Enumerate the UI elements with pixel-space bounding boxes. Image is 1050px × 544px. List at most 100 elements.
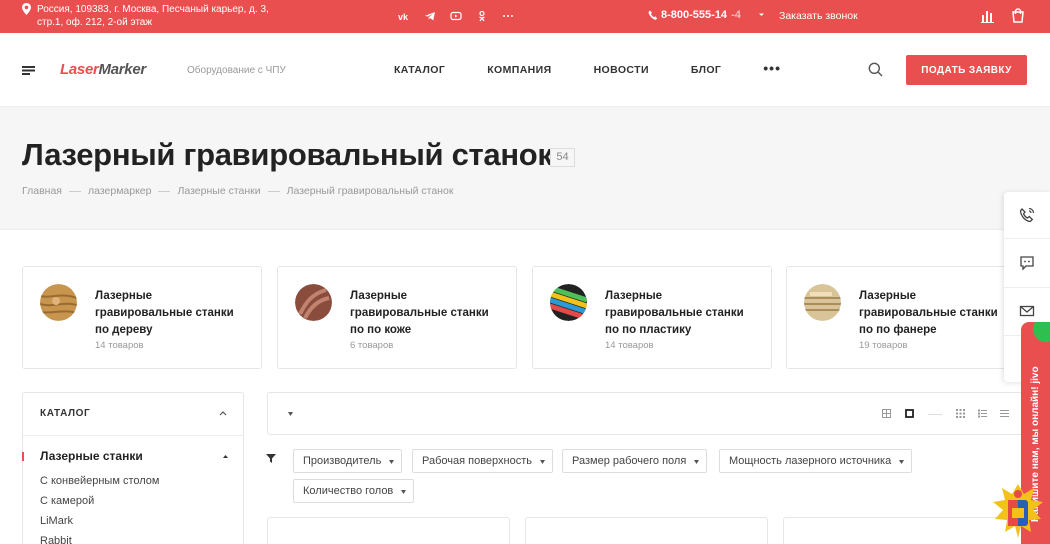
more-icon[interactable] xyxy=(502,9,514,21)
breadcrumb-separator xyxy=(267,190,280,192)
divider xyxy=(1004,287,1050,288)
mail-icon[interactable] xyxy=(1019,303,1035,319)
breadcrumb-item[interactable]: Лазерные станки xyxy=(177,185,260,197)
region-emblem-icon xyxy=(993,484,1043,538)
sidebar-item-laser-machines[interactable]: Лазерные станки xyxy=(40,449,143,463)
tile-view-icon[interactable] xyxy=(956,409,965,418)
chat-icon[interactable] xyxy=(1019,255,1035,271)
breadcrumb-current: Лазерный гравировальный станок xyxy=(286,185,454,197)
table-view-icon[interactable] xyxy=(1000,409,1009,418)
filter-label: Количество голов xyxy=(303,485,394,497)
nav-news[interactable]: НОВОСТИ xyxy=(594,64,649,76)
menu-burger-icon[interactable] xyxy=(22,66,35,75)
breadcrumb-separator xyxy=(158,190,171,192)
divider xyxy=(23,435,243,436)
chevron-down-icon xyxy=(540,460,545,464)
nav-catalog[interactable]: КАТАЛОГ xyxy=(394,64,445,76)
listing-toolbar xyxy=(267,392,1029,435)
filter-work-area-size[interactable]: Размер рабочего поля xyxy=(562,449,708,473)
category-card-plywood[interactable]: Лазерные гравировальные станки по по фан… xyxy=(786,266,1026,369)
breadcrumb: Главная лазермаркер Лазерные станки Лазе… xyxy=(22,185,453,197)
category-count: 14 товаров xyxy=(95,340,144,351)
product-count-badge: 54 xyxy=(550,148,575,167)
chevron-down-icon xyxy=(401,490,407,494)
category-title[interactable]: Лазерные гравировальные станки по дереву xyxy=(95,288,245,339)
chevron-down-icon xyxy=(389,460,395,464)
chevron-down-icon xyxy=(899,460,905,464)
category-card-wood[interactable]: Лазерные гравировальные станки по дереву… xyxy=(22,266,262,369)
category-image-plywood xyxy=(804,284,841,321)
filter-label: Мощность лазерного источника xyxy=(729,455,892,467)
category-image-leather xyxy=(295,284,332,321)
title-band: Лазерный гравировальный станок 54 Главна… xyxy=(0,107,1050,230)
category-card-plastic[interactable]: Лазерные гравировальные станки по по пла… xyxy=(532,266,772,369)
page-title: Лазерный гравировальный станок xyxy=(22,137,553,172)
sidebar-subitem[interactable]: LiMark xyxy=(40,515,73,527)
logo-part-marker: Marker xyxy=(98,61,147,78)
breadcrumb-item[interactable]: Главная xyxy=(22,185,62,197)
grid-view-icon[interactable] xyxy=(882,409,891,418)
logo[interactable]: LaserMarker xyxy=(60,61,146,78)
divider xyxy=(1004,238,1050,239)
category-image-wood xyxy=(40,284,77,321)
cart-icon[interactable] xyxy=(1011,8,1025,23)
top-bar: Россия, 109383, г. Москва, Песчаный карь… xyxy=(0,0,1050,33)
filter-icon[interactable] xyxy=(266,453,276,463)
filter-label: Рабочая поверхность xyxy=(422,455,532,467)
list-view-icon[interactable] xyxy=(978,409,987,418)
submit-request-button[interactable]: ПОДАТЬ ЗАЯВКУ xyxy=(906,55,1027,85)
social-links: vk xyxy=(398,9,514,22)
chevron-down-icon[interactable] xyxy=(758,11,765,18)
product-card[interactable] xyxy=(267,517,510,544)
address: Россия, 109383, г. Москва, Песчаный карь… xyxy=(22,3,282,29)
sidebar-subitem[interactable]: Rabbit xyxy=(40,535,72,544)
category-title[interactable]: Лазерные гравировальные станки по по пла… xyxy=(605,288,755,339)
telegram-icon[interactable] xyxy=(424,9,436,21)
odnoklassniki-icon[interactable] xyxy=(476,9,488,22)
filter-manufacturer[interactable]: Производитель xyxy=(293,449,403,473)
breadcrumb-item[interactable]: лазермаркер xyxy=(88,185,152,197)
tagline: Оборудование с ЧПУ xyxy=(187,65,286,76)
compare-chart-icon[interactable] xyxy=(981,9,994,23)
product-card[interactable] xyxy=(525,517,768,544)
filter-laser-power[interactable]: Мощность лазерного источника xyxy=(719,449,913,473)
chevron-up-icon[interactable] xyxy=(219,410,227,416)
phone-icon xyxy=(648,10,657,20)
callback-phone-icon[interactable] xyxy=(1019,207,1035,223)
nav-more[interactable]: ••• xyxy=(763,60,781,76)
main-nav: КАТАЛОГ КОМПАНИЯ НОВОСТИ БЛОГ ••• xyxy=(394,60,781,76)
nav-blog[interactable]: БЛОГ xyxy=(691,64,721,76)
callback-link[interactable]: Заказать звонок xyxy=(779,10,858,22)
filter-work-surface[interactable]: Рабочая поверхность xyxy=(412,449,553,473)
svg-text:vk: vk xyxy=(398,12,409,22)
filter-label: Производитель xyxy=(303,455,382,467)
youtube-icon[interactable] xyxy=(450,9,462,21)
active-indicator xyxy=(22,452,24,461)
category-title[interactable]: Лазерные гравировальные станки по по фан… xyxy=(859,288,1009,339)
location-pin-icon xyxy=(22,3,31,15)
category-image-plastic xyxy=(550,284,587,321)
sidebar-subitem[interactable]: С камерой xyxy=(40,495,94,507)
jivo-brand: jivo xyxy=(1030,366,1041,384)
category-card-leather[interactable]: Лазерные гравировальные станки по по кож… xyxy=(277,266,517,369)
caret-up-icon[interactable] xyxy=(223,454,228,458)
phone-main: 8-800-555-14 xyxy=(661,9,728,21)
logo-part-laser: Laser xyxy=(60,61,99,78)
sidebar-heading[interactable]: КАТАЛОГ xyxy=(40,408,90,419)
filter-label: Размер рабочего поля xyxy=(572,455,687,467)
address-text: Россия, 109383, г. Москва, Песчаный карь… xyxy=(37,4,269,28)
card-view-icon[interactable] xyxy=(905,409,914,418)
filter-head-count[interactable]: Количество голов xyxy=(293,479,415,503)
main-header: LaserMarker Оборудование с ЧПУ КАТАЛОГ К… xyxy=(0,33,1050,107)
category-count: 6 товаров xyxy=(350,340,394,351)
category-count: 14 товаров xyxy=(605,340,654,351)
sidebar-subitem[interactable]: С конвейерным столом xyxy=(40,475,159,487)
search-icon[interactable] xyxy=(868,62,883,77)
view-separator xyxy=(928,414,942,415)
online-indicator xyxy=(1033,322,1050,342)
nav-company[interactable]: КОМПАНИЯ xyxy=(487,64,551,76)
phone-number[interactable]: 8-800-555-14 -4 xyxy=(648,9,768,21)
vk-icon[interactable]: vk xyxy=(398,9,410,22)
category-title[interactable]: Лазерные гравировальные станки по по кож… xyxy=(350,288,500,339)
sort-dropdown-icon[interactable] xyxy=(288,412,293,416)
